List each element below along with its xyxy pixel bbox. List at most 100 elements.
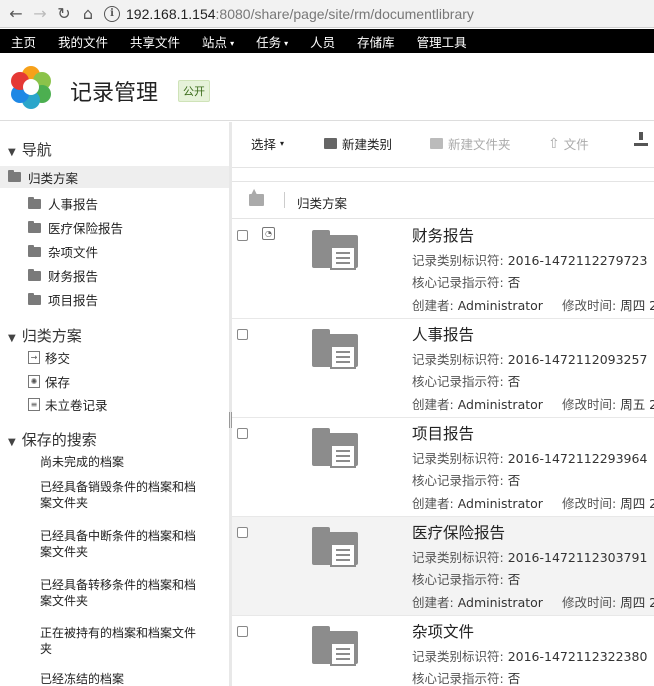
core-indicator-value: 否 — [507, 275, 521, 290]
modified-value: 周四 2 — [620, 496, 654, 511]
nav-tasks-label: 任务 — [256, 34, 282, 50]
category-id-value: 2016-1472112303791 — [507, 550, 648, 565]
collapse-triangle-icon: ▼ — [8, 147, 16, 158]
chevron-down-icon: ▾ — [284, 38, 289, 48]
plan-section-toggle[interactable]: ▼ 归类方案 — [8, 325, 82, 346]
tree-item-financial-report[interactable]: 财务报告 — [28, 266, 98, 285]
tree-item-misc-files[interactable]: 杂项文件 — [28, 242, 98, 261]
core-indicator-line: 核心记录指示符: 否 — [412, 668, 520, 686]
nav-repository[interactable]: 存储库 — [346, 32, 406, 51]
row-checkbox[interactable] — [237, 230, 248, 241]
record-category-icon[interactable] — [312, 230, 358, 270]
saved-search-item[interactable]: 已经具备销毁条件的档案和档案文件夹 — [40, 479, 200, 511]
review-timer-icon: ◔ — [262, 227, 275, 240]
core-indicator-label: 核心记录指示符: — [412, 671, 504, 686]
saved-search-item[interactable]: 已经具备中断条件的档案和档案文件夹 — [40, 528, 200, 560]
category-id-label: 记录类别标识符: — [412, 352, 504, 367]
browser-toolbar: ← → ↻ ⌂ i 192.168.1.154:8080/share/page/… — [0, 0, 654, 28]
record-category-icon[interactable] — [312, 527, 358, 567]
plan-item-hold[interactable]: ✺ 保存 — [28, 372, 70, 391]
address-bar[interactable]: 192.168.1.154:8080/share/page/site/rm/do… — [126, 6, 474, 22]
nav-my-files[interactable]: 我的文件 — [47, 32, 119, 51]
breadcrumb-current[interactable]: 归类方案 — [297, 193, 347, 212]
parent-folder-icon[interactable] — [249, 187, 264, 206]
saved-search-item[interactable]: 尚未完成的档案 — [40, 454, 200, 470]
modified-line: 修改时间: 周四 2 — [562, 493, 654, 512]
new-category-button[interactable]: 新建类别 — [324, 134, 392, 153]
saved-search-item[interactable]: 已经冻结的档案 — [40, 671, 200, 686]
tree-item-personnel-report[interactable]: 人事报告 — [28, 194, 98, 213]
document-title[interactable]: 项目报告 — [412, 422, 474, 444]
core-indicator-label: 核心记录指示符: — [412, 572, 504, 587]
nav-shared-files[interactable]: 共享文件 — [119, 32, 191, 51]
saved-searches-toggle[interactable]: ▼ 保存的搜索 — [8, 429, 97, 450]
upload-icon: ⇧ — [548, 135, 560, 152]
navigation-section-toggle[interactable]: ▼ 导航 — [8, 139, 52, 160]
row-checkbox[interactable] — [237, 626, 248, 637]
saved-search-item[interactable]: 已经具备转移条件的档案和档案文件夹 — [40, 577, 200, 609]
document-title[interactable]: 医疗保险报告 — [412, 521, 505, 543]
tree-item-label: 杂项文件 — [48, 245, 99, 260]
hold-icon: ✺ — [28, 375, 40, 388]
creator-value[interactable]: Administrator — [458, 298, 543, 313]
home-icon[interactable]: ⌂ — [76, 2, 100, 26]
nav-home[interactable]: 主页 — [0, 32, 47, 51]
creator-line: 创建者: Administrator — [412, 295, 543, 314]
tree-item-project-report[interactable]: 项目报告 — [28, 290, 98, 309]
nav-sites-label: 站点 — [202, 34, 228, 50]
new-folder-button[interactable]: 新建文件夹 — [430, 134, 511, 153]
record-category-icon[interactable] — [312, 329, 358, 369]
core-indicator-line: 核心记录指示符: 否 — [412, 569, 520, 588]
app-navigation-bar: 主页 我的文件 共享文件 站点 ▾ 任务 ▾ 人员 存储库 管理工具 — [0, 29, 654, 53]
back-arrow-icon[interactable]: ← — [4, 2, 28, 26]
creator-value[interactable]: Administrator — [458, 595, 543, 610]
modified-label: 修改时间: — [562, 397, 617, 412]
tree-item-medical-insurance-report[interactable]: 医疗保险报告 — [28, 218, 123, 237]
plan-item-transfer[interactable]: → 移交 — [28, 348, 70, 367]
document-title[interactable]: 财务报告 — [412, 224, 474, 246]
row-checkbox[interactable] — [237, 527, 248, 538]
document-title[interactable]: 杂项文件 — [412, 620, 474, 642]
category-id-label: 记录类别标识符: — [412, 451, 504, 466]
tree-item-classification-plan[interactable]: 归类方案 — [0, 166, 229, 188]
row-checkbox[interactable] — [237, 428, 248, 439]
document-row: 项目报告 记录类别标识符: 2016-1472112293964 核心记录指示符… — [232, 418, 654, 517]
select-menu-button[interactable]: 选择 ▾ — [251, 134, 284, 153]
left-sidebar: ▼ 导航 归类方案 人事报告 医疗保险报告 杂项文件 财务报告 项目报告 ▼ 归类方… — [0, 122, 229, 686]
creator-line: 创建者: Administrator — [412, 592, 543, 611]
creator-line: 创建者: Administrator — [412, 493, 543, 512]
nav-home-label: 主页 — [11, 34, 37, 50]
modified-label: 修改时间: — [562, 298, 617, 313]
site-info-icon[interactable]: i — [104, 5, 120, 22]
reload-icon[interactable]: ↻ — [52, 2, 76, 26]
row-checkbox[interactable] — [237, 329, 248, 340]
core-indicator-line: 核心记录指示符: 否 — [412, 470, 520, 489]
url-path: :8080/share/page/site/rm/documentlibrary — [215, 5, 474, 22]
file-upload-button[interactable]: ⇧ 文件 — [548, 134, 589, 153]
nav-tasks[interactable]: 任务 ▾ — [245, 32, 299, 51]
document-row: ◔ 财务报告 记录类别标识符: 2016-1472112279723 核心记录指… — [232, 220, 654, 319]
creator-line: 创建者: Administrator — [412, 394, 543, 413]
tree-item-label: 项目报告 — [48, 293, 99, 308]
chevron-down-icon: ▾ — [230, 38, 235, 48]
category-id-label: 记录类别标识符: — [412, 253, 504, 268]
unfiled-records-icon: ≡ — [28, 398, 40, 411]
nav-admin-tools[interactable]: 管理工具 — [406, 32, 478, 51]
download-icon[interactable] — [634, 132, 648, 146]
record-category-icon[interactable] — [312, 626, 358, 666]
nav-my-files-label: 我的文件 — [58, 34, 109, 50]
nav-repository-label: 存储库 — [357, 34, 395, 50]
nav-sites[interactable]: 站点 ▾ — [191, 32, 245, 51]
record-category-icon[interactable] — [312, 428, 358, 468]
forward-arrow-icon[interactable]: → — [28, 2, 52, 26]
document-title[interactable]: 人事报告 — [412, 323, 474, 345]
document-row: 医疗保险报告 记录类别标识符: 2016-1472112303791 核心记录指… — [232, 517, 654, 616]
creator-value[interactable]: Administrator — [458, 496, 543, 511]
saved-search-item[interactable]: 正在被持有的档案和档案文件夹 — [40, 625, 200, 657]
core-indicator-value: 否 — [507, 374, 521, 389]
plan-item-unfiled-records[interactable]: ≡ 未立卷记录 — [28, 395, 108, 414]
creator-value[interactable]: Administrator — [458, 397, 543, 412]
nav-people[interactable]: 人员 — [299, 32, 346, 51]
saved-searches-heading: 保存的搜索 — [21, 431, 97, 449]
category-id-line: 记录类别标识符: 2016-1472112293964 — [412, 448, 647, 467]
